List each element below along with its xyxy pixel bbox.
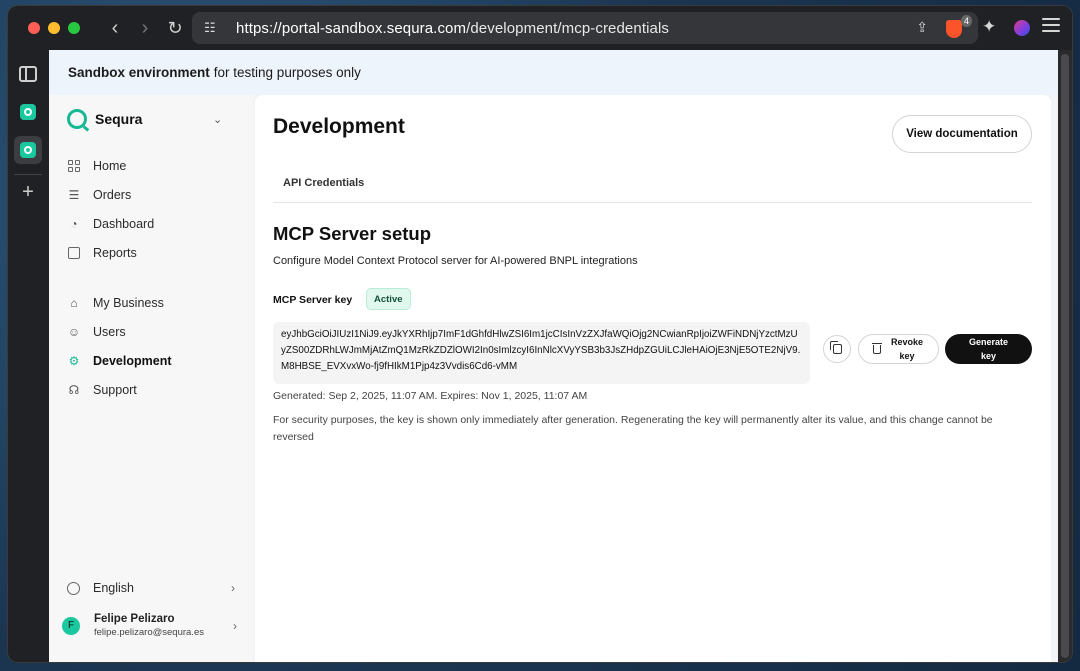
new-tab-button[interactable]: +	[14, 178, 42, 206]
pie-chart-icon: ◔	[70, 216, 78, 231]
sidebar-panel-icon	[19, 66, 37, 82]
forward-arrow-icon[interactable]: ›	[130, 6, 160, 50]
back-arrow-icon[interactable]: ‹	[100, 6, 130, 50]
maximize-window-button[interactable]	[68, 22, 80, 34]
sidebar-item-label: Reports	[93, 245, 137, 260]
tab-api-credentials[interactable]: API Credentials	[283, 177, 364, 189]
language-selector[interactable]: English ›	[67, 581, 235, 595]
shields-count-badge: 4	[960, 15, 972, 27]
app-sidebar: Sequra ⌄ Home ☰ Orders ◔ Dashboard Repor…	[49, 95, 253, 662]
security-note: For security purposes, the key is shown …	[273, 414, 993, 443]
main-content: Development View documentation API Crede…	[255, 95, 1051, 662]
receipt-icon: ☰	[68, 187, 80, 202]
trash-icon	[872, 342, 882, 354]
plus-icon: +	[22, 180, 34, 203]
user-info: Felipe Pelizaro felipe.pelizaro@sequra.e…	[94, 613, 204, 638]
close-window-button[interactable]	[28, 22, 40, 34]
sidebar-item-label: Users	[93, 324, 126, 339]
sidebar-item-support[interactable]: ☊ Support	[67, 375, 237, 404]
section-title: MCP Server setup	[273, 223, 431, 244]
sidebar-item-dashboard[interactable]: ◔ Dashboard	[67, 209, 237, 238]
site-settings-icon[interactable]: ☷	[204, 20, 226, 36]
view-documentation-button[interactable]: View documentation	[892, 115, 1032, 153]
home-grid-icon	[67, 159, 81, 173]
copy-key-button[interactable]	[823, 335, 851, 363]
generate-key-label: Generate key	[968, 337, 1009, 361]
revoke-key-label: Revoke key	[890, 337, 924, 361]
headset-icon: ☊	[68, 382, 80, 397]
sidebar-item-label: My Business	[93, 295, 164, 310]
generate-key-button[interactable]: Generate key	[945, 334, 1032, 364]
mcp-key-value[interactable]: eyJhbGciOiJIUzI1NiJ9.eyJkYXRhIjp7ImF1dGh…	[273, 322, 810, 384]
revoke-key-button[interactable]: Revoke key	[858, 334, 939, 364]
gear-icon: ⚙	[68, 353, 80, 368]
key-generated-info: Generated: Sep 2, 2025, 11:07 AM. Expire…	[273, 390, 588, 402]
sequra-favicon-icon	[20, 104, 36, 120]
tab-divider	[14, 174, 42, 175]
url-path: /development/mcp-credentials	[466, 19, 669, 37]
vertical-tab-strip: +	[8, 50, 48, 662]
brand-name: Sequra	[95, 111, 143, 127]
sidebar-item-label: Home	[93, 158, 127, 173]
scrollbar-thumb[interactable]	[1061, 54, 1069, 658]
key-label: MCP Server key	[273, 294, 353, 306]
sidebar-item-orders[interactable]: ☰ Orders	[67, 180, 237, 209]
user-name: Felipe Pelizaro	[94, 613, 175, 625]
secondary-nav: ⌂ My Business ☺ Users ⚙ Development ☊ Su…	[67, 288, 237, 404]
tab-bar: API Credentials	[273, 165, 1032, 203]
sidebar-item-my-business[interactable]: ⌂ My Business	[67, 288, 237, 317]
sequra-logo-icon	[67, 109, 87, 129]
extensions-puzzle-icon[interactable]: ✦	[982, 17, 996, 37]
copy-icon	[829, 341, 842, 354]
sidebar-item-label: Dashboard	[93, 216, 155, 231]
status-badge: Active	[366, 288, 411, 310]
page-viewport: Sandbox environment for testing purposes…	[49, 50, 1058, 662]
document-icon	[67, 246, 81, 260]
primary-nav: Home ☰ Orders ◔ Dashboard Reports	[67, 151, 237, 267]
section-subtitle: Configure Model Context Protocol server …	[273, 255, 638, 267]
sidebar-item-reports[interactable]: Reports	[67, 238, 237, 267]
chevron-right-icon: ›	[231, 581, 235, 595]
sidebar-item-users[interactable]: ☺ Users	[67, 317, 237, 346]
store-icon: ⌂	[70, 295, 78, 310]
banner-text: for testing purposes only	[213, 65, 361, 80]
sidebar-item-label: Development	[93, 353, 172, 368]
brand-switcher[interactable]: Sequra	[67, 109, 142, 129]
window-controls	[28, 22, 80, 34]
minimize-window-button[interactable]	[48, 22, 60, 34]
sidebar-item-development[interactable]: ⚙ Development	[67, 346, 237, 375]
sidebar-item-label: Orders	[93, 187, 132, 202]
user-menu[interactable]: F Felipe Pelizaro felipe.pelizaro@sequra…	[62, 613, 237, 638]
user-email: felipe.pelizaro@sequra.es	[94, 627, 204, 638]
user-icon: ☺	[67, 324, 81, 339]
page-scrollbar[interactable]	[1058, 50, 1072, 662]
avatar: F	[62, 616, 80, 635]
sidebar-item-label: Support	[93, 382, 137, 397]
banner-bold-text: Sandbox environment	[68, 65, 210, 80]
browser-window: ‹ › ↻ ☷ https://portal-sandbox.sequra.co…	[8, 6, 1072, 662]
page-title: Development	[273, 115, 405, 138]
chevron-right-icon: ›	[233, 618, 237, 633]
chevron-down-icon[interactable]: ⌄	[213, 113, 222, 126]
url-text[interactable]: https://portal-sandbox.sequra.com/develo…	[236, 20, 669, 37]
brave-lion-icon	[946, 20, 962, 38]
tab-sequra-1[interactable]	[14, 98, 42, 126]
language-label: English	[93, 581, 134, 595]
browser-toolbar: ‹ › ↻ ☷ https://portal-sandbox.sequra.co…	[8, 6, 1072, 50]
sequra-favicon-icon	[20, 142, 36, 158]
tab-sequra-2[interactable]	[14, 136, 42, 164]
sidebar-toggle-button[interactable]	[14, 60, 42, 88]
share-icon[interactable]: ⇪	[916, 19, 928, 36]
sidebar-item-home[interactable]: Home	[67, 151, 237, 180]
url-host: https://portal-sandbox.sequra.com	[236, 19, 467, 37]
sandbox-banner: Sandbox environment for testing purposes…	[49, 50, 1058, 95]
profile-avatar-icon[interactable]	[1014, 20, 1030, 36]
browser-menu-icon[interactable]	[1042, 18, 1060, 36]
globe-icon	[67, 581, 80, 595]
address-bar[interactable]: ☷ https://portal-sandbox.sequra.com/deve…	[192, 12, 978, 44]
brave-shields-icon[interactable]: 4	[946, 15, 972, 38]
reload-icon[interactable]: ↻	[160, 6, 190, 50]
